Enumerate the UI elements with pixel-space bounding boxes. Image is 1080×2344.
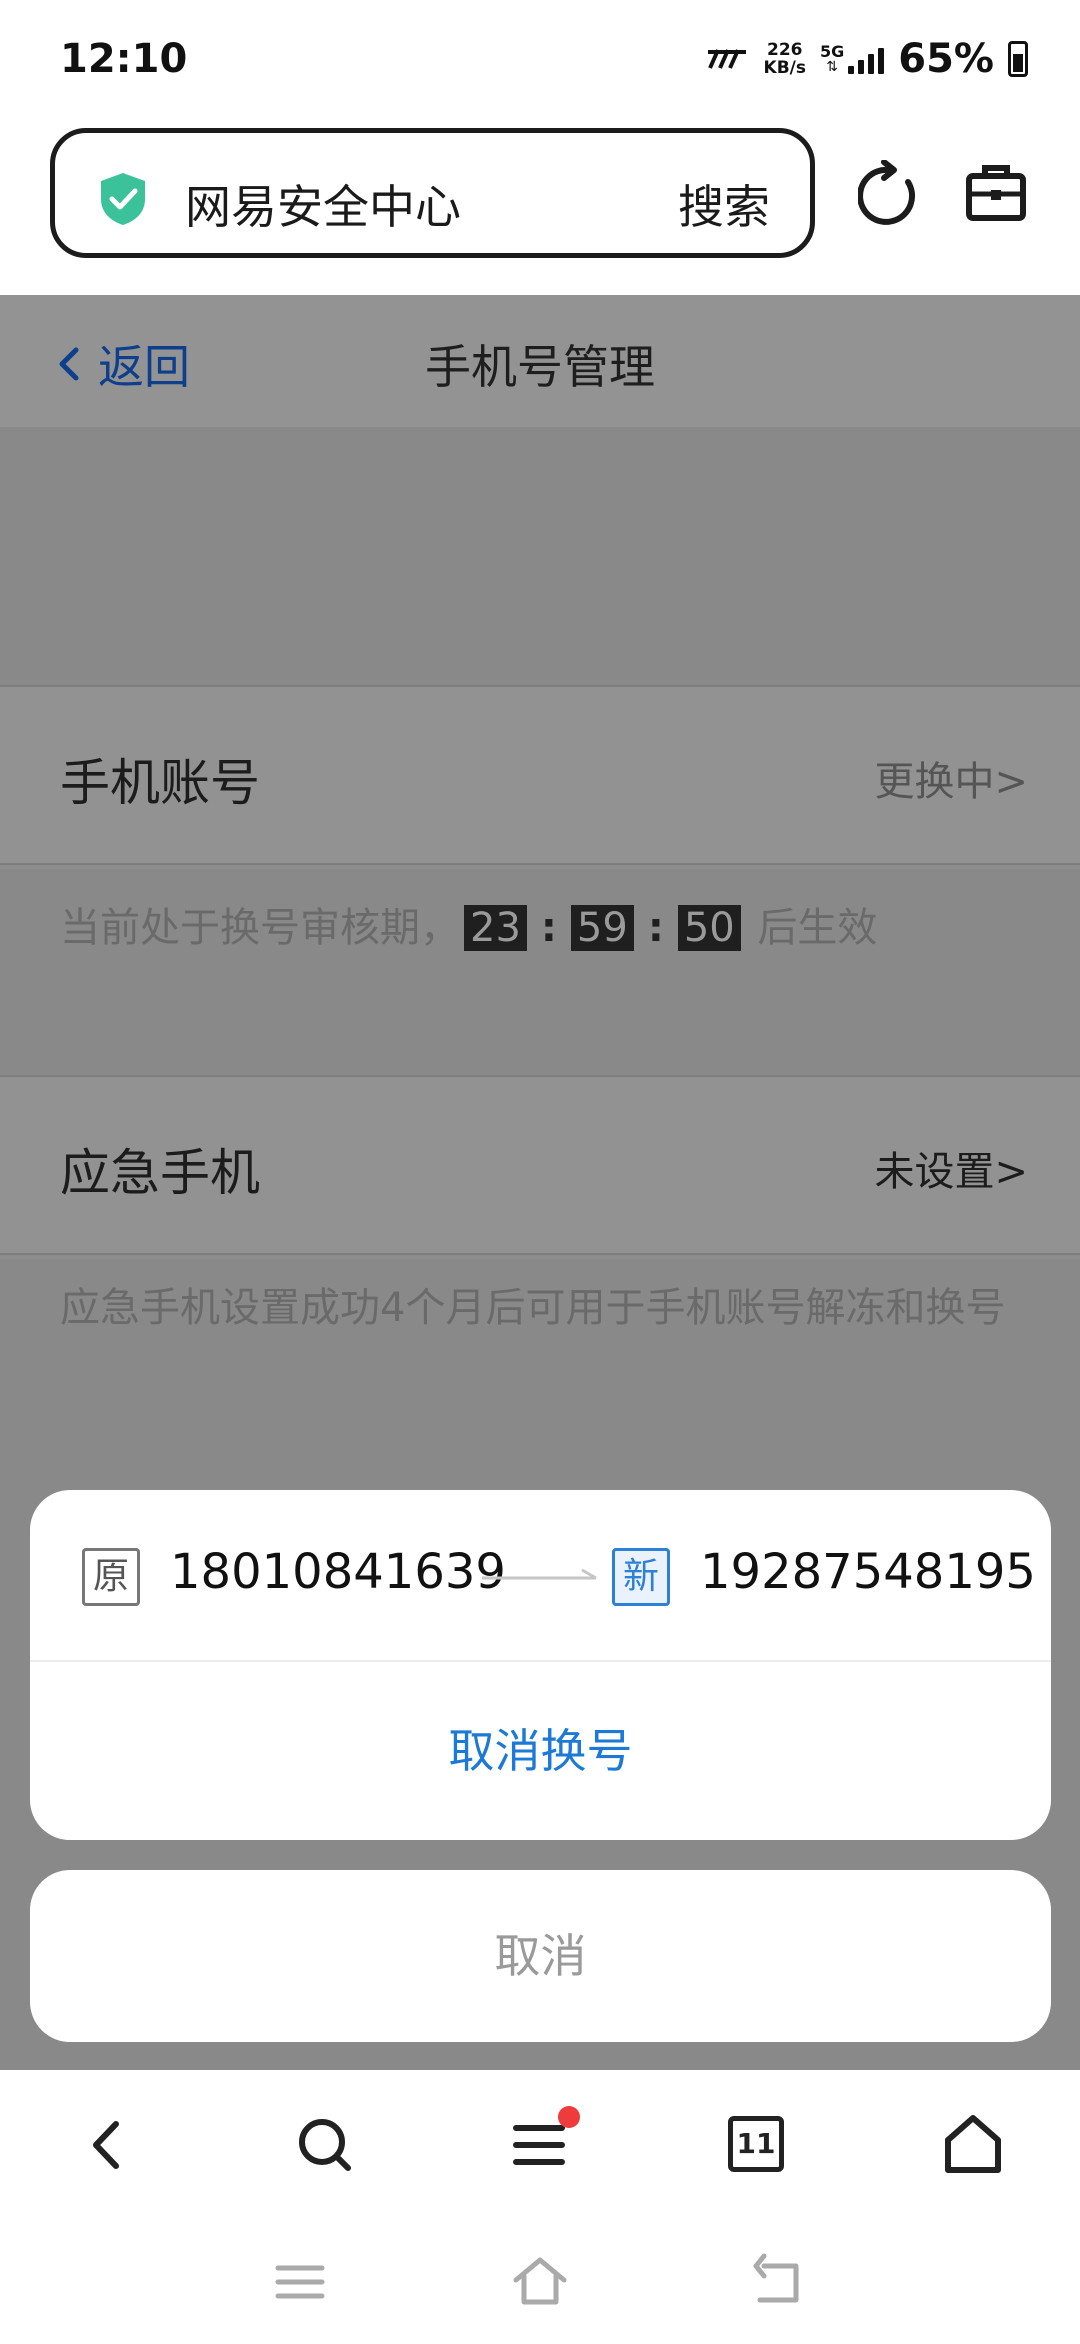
tab-count: 11 xyxy=(728,2116,784,2172)
browser-bottom-bar: 11 xyxy=(0,2070,1080,2220)
countdown-hours: 23 xyxy=(464,905,527,951)
emergency-phone-hint: 应急手机设置成功4个月后可用于手机账号解冻和换号 xyxy=(60,1285,1006,1331)
countdown-minutes: 59 xyxy=(570,905,634,951)
notification-dot xyxy=(558,2106,580,2128)
system-nav-bar xyxy=(0,2220,1080,2344)
arrow-right-icon xyxy=(482,1568,597,1580)
nfc-icon xyxy=(707,49,746,69)
status-bar: 12:10 226 KB/s 5G ⇅ 65% xyxy=(0,0,1080,120)
browser-top-bar: 网易安全中心 搜索 xyxy=(0,120,1080,295)
tabs-icon[interactable]: 11 xyxy=(728,2116,798,2186)
battery-percent: 65% xyxy=(898,36,994,82)
menu-button[interactable] xyxy=(506,2106,580,2180)
page-title: 手机号管理 xyxy=(425,340,655,394)
back-icon[interactable] xyxy=(72,2110,142,2180)
phone-account-hint: 当前处于换号审核期， 23:59:50 后生效 xyxy=(60,905,878,951)
recents-icon[interactable] xyxy=(270,2252,330,2312)
system-back-icon[interactable] xyxy=(750,2252,810,2312)
address-bar[interactable]: 网易安全中心 搜索 xyxy=(50,128,815,258)
old-number: 18010841639 xyxy=(170,1544,506,1600)
page-nav-bar: 返回 手机号管理 xyxy=(0,295,1080,427)
phone-account-label: 手机账号 xyxy=(60,754,260,812)
address-title: 网易安全中心 xyxy=(185,180,461,234)
status-time: 12:10 xyxy=(60,36,188,82)
emergency-phone-row[interactable]: 应急手机 未设置> xyxy=(0,1075,1080,1255)
old-number-tag: 原 xyxy=(82,1548,140,1606)
countdown-seconds: 50 xyxy=(677,905,741,951)
search-button[interactable]: 搜索 xyxy=(678,171,770,237)
phone-account-hint-band: 当前处于换号审核期， 23:59:50 后生效 xyxy=(0,869,1080,1075)
emergency-phone-status: 未设置> xyxy=(874,1149,1028,1195)
new-number: 19287548195 xyxy=(700,1544,1036,1600)
network-type: 5G xyxy=(819,42,845,61)
home-icon[interactable] xyxy=(938,2110,1008,2180)
battery-icon xyxy=(1008,41,1028,77)
emergency-phone-label: 应急手机 xyxy=(60,1144,260,1202)
system-home-icon[interactable] xyxy=(510,2252,570,2312)
phone-account-status: 更换中> xyxy=(874,759,1028,805)
shield-check-icon xyxy=(101,173,145,225)
change-number-sheet: 原 18010841639 新 19287548195 取消换号 xyxy=(30,1490,1051,1840)
data-arrows-icon: ⇅ xyxy=(826,59,838,75)
status-icons: 226 KB/s 5G ⇅ 65% xyxy=(706,36,1028,82)
search-icon[interactable] xyxy=(290,2110,360,2180)
reload-icon[interactable] xyxy=(858,160,920,230)
cancel-button[interactable]: 取消 xyxy=(30,1870,1051,2042)
signal-bars-icon xyxy=(848,44,885,74)
network-speed: 226 KB/s xyxy=(763,40,806,78)
phone-account-row[interactable]: 手机账号 更换中> xyxy=(0,685,1080,865)
header-band xyxy=(0,427,1080,685)
toolbox-icon[interactable] xyxy=(965,162,1027,224)
cell-signal: 5G ⇅ xyxy=(819,42,885,75)
new-number-tag: 新 xyxy=(612,1548,670,1606)
cancel-number-change-button[interactable]: 取消换号 xyxy=(30,1662,1051,1840)
number-change-summary: 原 18010841639 新 19287548195 xyxy=(30,1490,1051,1662)
